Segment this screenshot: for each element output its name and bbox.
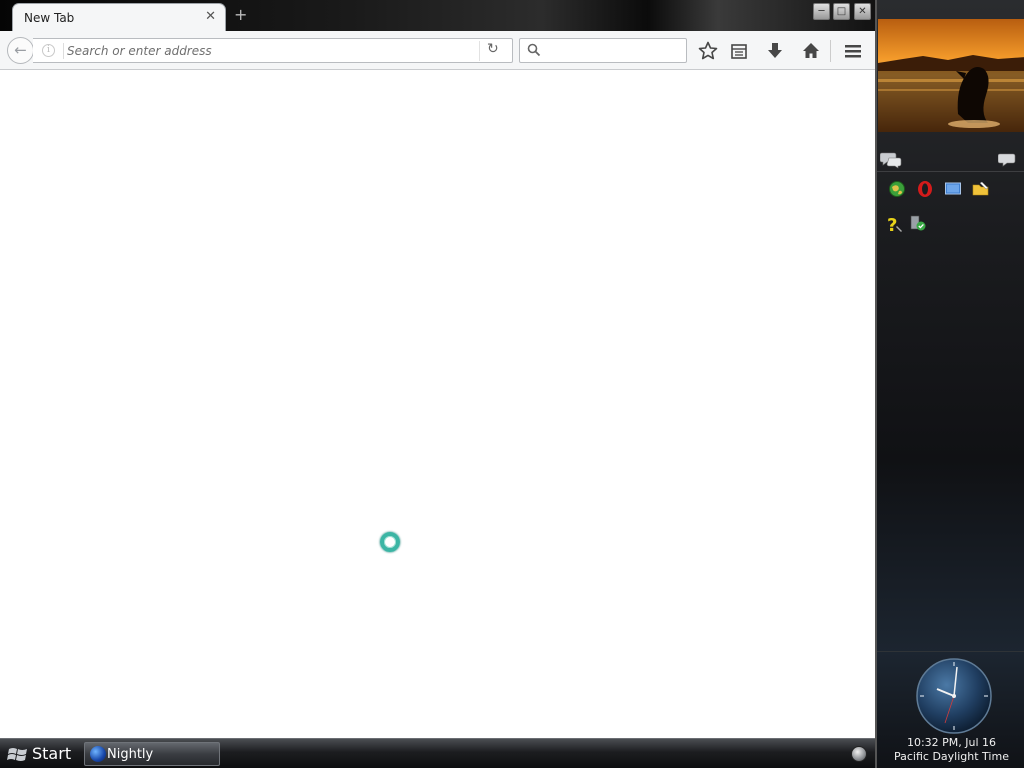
security-check-icon[interactable] [909, 214, 927, 232]
home-icon[interactable] [801, 41, 821, 61]
search-bar[interactable] [519, 38, 687, 63]
taskbar-button-label: Nightly [107, 747, 154, 762]
nightly-globe-icon [90, 746, 106, 762]
minimize-button[interactable]: ─ [813, 3, 830, 20]
maximize-button[interactable]: □ [833, 3, 850, 20]
menu-icon[interactable] [843, 41, 863, 61]
feed-headlines-gadget[interactable] [877, 148, 1024, 172]
folder-edit-icon[interactable] [972, 180, 990, 198]
chat-bubbles-icon[interactable] [879, 151, 902, 173]
reload-divider [479, 41, 480, 61]
start-label: Start [32, 744, 72, 763]
search-input[interactable] [544, 41, 684, 60]
clock-gadget[interactable]: 10:32 PM, Jul 16 Pacific Daylight Time [877, 651, 1024, 768]
reload-icon[interactable]: ↻ [487, 41, 499, 57]
back-button[interactable]: ← [7, 37, 34, 64]
svg-text:?: ? [887, 215, 897, 234]
info-icon[interactable]: i [42, 44, 55, 57]
title-bar: New Tab ✕ + ─ □ ✕ [0, 0, 875, 32]
opera-icon[interactable] [916, 180, 934, 198]
reading-list-icon[interactable] [729, 41, 749, 61]
orca-sunset-photo [878, 19, 1024, 132]
taskbar: Start Nightly [0, 738, 875, 768]
chat-bubble-icon[interactable] [997, 153, 1016, 172]
green-globe-icon[interactable] [888, 180, 906, 198]
navigation-toolbar: ← i ↻ [0, 31, 875, 70]
taskbar-button-nightly[interactable]: Nightly [84, 742, 220, 766]
bookmark-star-icon[interactable] [698, 41, 718, 61]
new-tab-icon[interactable]: + [234, 5, 247, 24]
tab-close-icon[interactable]: ✕ [205, 9, 216, 24]
tab-title: New Tab [24, 11, 75, 25]
browser-window: New Tab ✕ + ─ □ ✕ ← i ↻ [0, 0, 875, 738]
tab-new-tab[interactable]: New Tab ✕ [12, 3, 226, 32]
url-bar[interactable]: i ↻ [33, 38, 513, 63]
url-divider [63, 43, 64, 59]
analog-clock-icon [915, 657, 993, 735]
search-icon [527, 42, 541, 61]
windows-sidebar: ? 10:32 PM, Jul 16 Pacific Daylight Time [875, 0, 1024, 768]
loading-spinner-icon [380, 532, 400, 552]
address-input[interactable] [67, 41, 477, 60]
slideshow-gadget[interactable] [878, 19, 1024, 132]
clock-time: 10:32 PM, Jul 16 [906, 736, 997, 749]
help-icon[interactable]: ? [885, 214, 903, 236]
close-window-button[interactable]: ✕ [854, 3, 871, 20]
downloads-icon[interactable] [765, 41, 785, 61]
toolbar-divider [830, 40, 831, 62]
desktop-icon[interactable] [944, 180, 962, 198]
windows-flag-icon [7, 745, 29, 768]
page-content [0, 71, 875, 738]
start-button[interactable]: Start [0, 739, 78, 768]
tray-show-sidebar-icon[interactable] [851, 746, 867, 762]
clock-timezone: Pacific Daylight Time [894, 750, 1009, 763]
